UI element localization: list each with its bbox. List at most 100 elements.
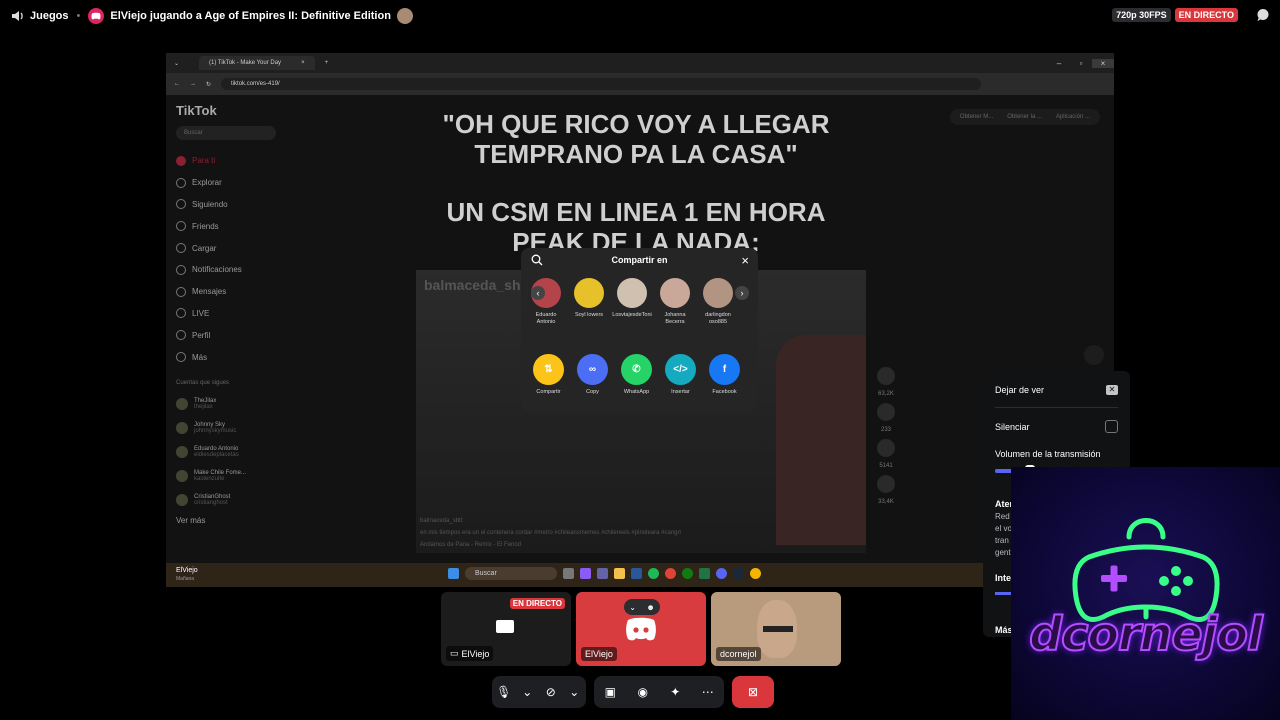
nav-item-para-ti[interactable]: Para ti (176, 150, 286, 172)
steam-icon[interactable] (733, 568, 744, 579)
browser-tab[interactable]: (1) TikTok - Make Your Day × (199, 56, 315, 70)
browser-tab-strip: ⌄ (1) TikTok - Make Your Day × + – ▫ × (166, 53, 1114, 73)
share-facebook-button[interactable]: f Facebook (709, 354, 740, 395)
avatar (176, 421, 188, 434)
bookmark-icon[interactable] (877, 439, 895, 457)
nav-item-siguiendo[interactable]: Siguiendo (176, 194, 286, 216)
close-icon[interactable]: × (741, 253, 749, 268)
teams-icon[interactable] (597, 568, 608, 579)
tiktok-logo[interactable]: TikTok (176, 103, 286, 118)
tiktok-search-input[interactable]: Buscar (176, 126, 276, 140)
task-view-icon[interactable] (563, 568, 574, 579)
nav-item-mas[interactable]: Más (176, 346, 286, 368)
speaker-icon[interactable] (10, 9, 24, 23)
chevron-down-icon[interactable]: ⌄ (629, 603, 636, 612)
leave-call-button[interactable]: ⊠ (732, 676, 774, 708)
word-icon[interactable] (631, 568, 642, 579)
chevron-down-icon[interactable]: ⌄ (516, 685, 538, 699)
followed-account[interactable]: Eduardo Antonio eldiesdeplacetas (176, 440, 286, 464)
nav-item-mensajes[interactable]: Mensajes (176, 281, 286, 303)
participant-tile-stream[interactable]: EN DIRECTO ▭ ElViejo (441, 592, 571, 666)
copilot-icon[interactable] (580, 568, 591, 579)
people-icon[interactable]: ☻ (646, 603, 654, 612)
soundboard-icon[interactable]: ✦ (664, 685, 686, 699)
nav-item-notificaciones[interactable]: Notificaciones (176, 259, 286, 281)
reload-icon[interactable]: ↻ (206, 81, 211, 88)
mute-item[interactable]: Silenciar (995, 420, 1118, 433)
person-name: Johanna Becerra (664, 312, 686, 325)
chrome-alt-icon[interactable] (750, 568, 761, 579)
chevron-left-icon[interactable]: ‹ (531, 286, 545, 300)
minimize-icon[interactable]: – (1048, 59, 1070, 68)
share-person[interactable]: darlingdon oso885 (703, 278, 733, 326)
nav-item-live[interactable]: LIVE (176, 303, 286, 325)
nav-item-explorar[interactable]: Explorar (176, 172, 286, 194)
category-label[interactable]: Juegos (30, 10, 69, 22)
participant-name: ElViejo (581, 647, 617, 661)
chevron-down-icon[interactable]: ⌄ (174, 60, 179, 67)
maximize-icon[interactable]: ▫ (1070, 59, 1092, 68)
taskbar-user: ElViejo Mañana (166, 567, 198, 583)
share-embed-button[interactable]: </> Insertar (665, 354, 696, 395)
heart-icon[interactable] (877, 367, 895, 385)
address-bar[interactable]: tiktok.com/es-419/ (221, 78, 982, 90)
tab-close-icon[interactable]: × (301, 60, 305, 66)
nav-item-cargar[interactable]: Cargar (176, 237, 286, 259)
close-window-icon[interactable]: × (1092, 58, 1114, 68)
chevron-right-icon[interactable]: › (735, 286, 749, 300)
followed-account[interactable]: Johnny Sky johnnyskymusic (176, 416, 286, 440)
screen-share-button-icon[interactable]: ▣ (599, 685, 621, 699)
nav-item-perfil[interactable]: Perfil (176, 324, 286, 346)
share-person[interactable]: Johanna Becerra (660, 278, 690, 326)
share-person[interactable]: LosvtajesdeToni (612, 278, 652, 326)
caption-text: en mis tiempos era un el contenera corda… (420, 530, 681, 536)
nav-item-friends[interactable]: Friends (176, 215, 286, 237)
camera-off-icon[interactable]: ⊘ (540, 685, 562, 699)
xbox-icon[interactable] (682, 568, 693, 579)
comment-icon[interactable] (877, 403, 895, 421)
get-app-button[interactable]: Obtener la ... (1007, 114, 1042, 120)
menu-divider (995, 407, 1118, 408)
streamer-brand-text: dcornejol (1028, 606, 1264, 662)
tiktok-top-buttons: Obtener M... Obtener la ... Aplicación .… (949, 109, 1100, 125)
see-more-link[interactable]: Ver más (176, 516, 286, 525)
windows-start-icon[interactable] (448, 568, 459, 579)
caption-music[interactable]: Andamos de Pana - Remix - El Fenod (420, 539, 681, 551)
excel-icon[interactable] (699, 568, 710, 579)
share-icon[interactable] (877, 475, 895, 493)
caption-user[interactable]: balmaceda_sbtt (420, 515, 681, 527)
app-button[interactable]: Aplicación ... (1056, 114, 1090, 120)
participant-tile-elviejo[interactable]: ⌄ ☻ ElViejo (576, 592, 706, 666)
explorer-icon[interactable] (614, 568, 625, 579)
followed-account[interactable]: Make Chile Fome... kastenzuite (176, 464, 286, 488)
account-handle: johnnyskymusic (194, 427, 237, 434)
followed-account[interactable]: TheJilax thejilax (176, 392, 286, 416)
discord-taskbar-icon[interactable] (716, 568, 727, 579)
share-repost-button[interactable]: ⇅ Compartir (533, 354, 564, 395)
share-whatsapp-button[interactable]: ✆ WhatsApp (621, 354, 652, 395)
quality-badge: 720p 30FPS (1112, 8, 1171, 22)
share-copy-button[interactable]: ∞ Copy (577, 354, 608, 395)
chrome-icon[interactable] (665, 568, 676, 579)
taskbar-search[interactable]: Buscar (465, 567, 557, 580)
chat-icon[interactable] (1256, 8, 1270, 22)
taskbar-center: Buscar (448, 567, 761, 580)
nav-label: Friends (192, 221, 219, 231)
participant-tile-dcornejol[interactable]: dcornejol (711, 592, 841, 666)
microphone-icon[interactable]: 🎙 (493, 685, 515, 699)
chevron-up-icon[interactable] (1084, 345, 1104, 365)
share-person[interactable]: Soyl lowers (574, 278, 604, 326)
mute-checkbox[interactable] (1105, 420, 1118, 433)
get-coins-button[interactable]: Obtener M... (960, 114, 993, 120)
new-tab-icon[interactable]: + (325, 60, 329, 66)
tiktok-nav: Para ti Explorar Siguiendo Friends Carga… (176, 150, 286, 368)
back-icon[interactable]: ← (174, 81, 180, 87)
chevron-down-icon[interactable]: ⌄ (563, 685, 585, 699)
followed-account[interactable]: CristianGhost cristianghost (176, 488, 286, 512)
headline-line-1: "OH QUE RICO VOY A LLEGAR TEMPRANO PA LA… (442, 109, 830, 169)
gamepad-icon[interactable]: ◉ (632, 685, 654, 699)
stop-watching-item[interactable]: Dejar de ver ✕ (995, 385, 1118, 395)
spotify-icon[interactable] (648, 568, 659, 579)
more-options-icon[interactable]: ⋯ (697, 685, 719, 699)
forward-icon[interactable]: → (190, 81, 196, 87)
